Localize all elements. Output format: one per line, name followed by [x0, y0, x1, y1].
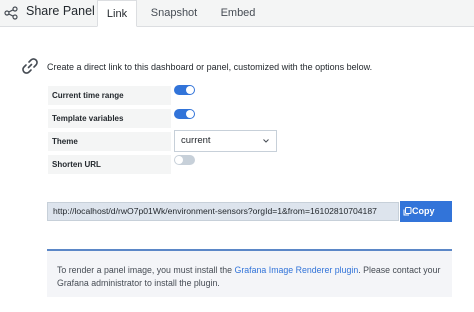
- shorten-url-toggle[interactable]: [174, 155, 195, 165]
- info-text-before: To render a panel image, you must instal…: [57, 265, 235, 275]
- toggle-knob: [175, 156, 183, 164]
- template-variables-toggle[interactable]: [174, 109, 195, 119]
- share-description: Create a direct link to this dashboard o…: [47, 62, 373, 72]
- image-renderer-plugin-link[interactable]: Grafana Image Renderer plugin: [235, 265, 359, 275]
- copy-button[interactable]: Copy: [400, 201, 452, 222]
- toggle-knob: [186, 86, 194, 94]
- tab-snapshot[interactable]: Snapshot: [148, 0, 200, 26]
- chevron-down-icon: [263, 139, 269, 143]
- renderer-info-box: To render a panel image, you must instal…: [47, 249, 452, 297]
- share-link-input[interactable]: http://localhost/d/rwO7p01Wk/environment…: [47, 202, 399, 221]
- tab-link[interactable]: Link: [97, 0, 137, 27]
- tab-embed[interactable]: Embed: [214, 0, 262, 26]
- current-time-range-toggle[interactable]: [174, 85, 195, 95]
- modal-title: Share Panel: [26, 4, 95, 18]
- template-variables-label: Template variables: [48, 109, 171, 128]
- modal-header: Share Panel Link Snapshot Embed: [0, 0, 474, 27]
- share-icon: [4, 6, 18, 20]
- copy-icon: [403, 207, 412, 216]
- theme-label: Theme: [48, 132, 171, 151]
- copy-button-label: Copy: [412, 206, 435, 216]
- toggle-knob: [186, 110, 194, 118]
- theme-select[interactable]: current: [174, 130, 277, 152]
- current-time-range-label: Current time range: [48, 86, 171, 105]
- theme-select-value: current: [181, 135, 211, 146]
- shorten-url-label: Shorten URL: [48, 155, 171, 174]
- link-icon: [22, 58, 38, 74]
